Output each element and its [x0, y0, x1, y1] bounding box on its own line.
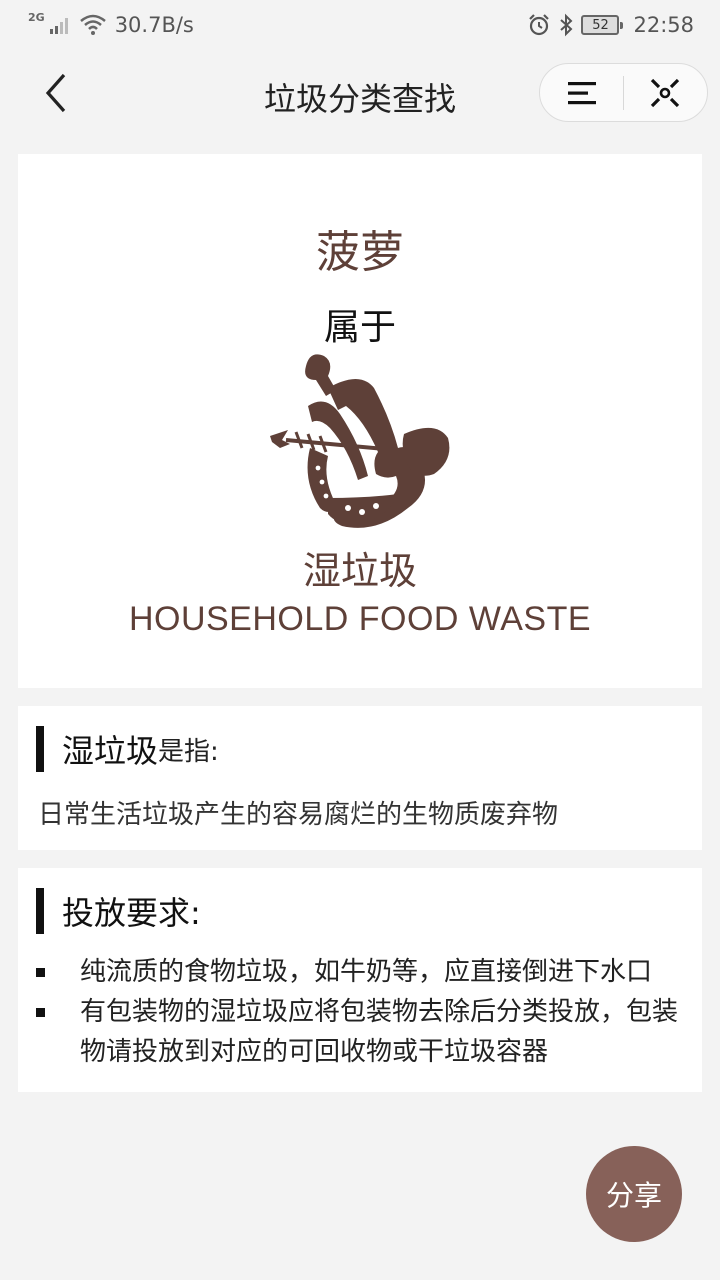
battery-icon: 52: [581, 15, 624, 35]
requirements-header: 投放要求:: [36, 888, 201, 934]
bluetooth-icon: [559, 13, 573, 37]
item-name: 菠萝: [316, 227, 404, 278]
status-bar: 2G 30.7B/s 52 22:58: [0, 0, 720, 50]
close-button[interactable]: [624, 63, 707, 122]
category-name-en: HOUSEHOLD FOOD WASTE: [128, 600, 592, 638]
definition-text: 日常生活垃圾产生的容易腐烂的生物质废弃物: [38, 800, 559, 830]
network-type: 2G: [28, 10, 45, 24]
nav-bar: 垃圾分类查找: [0, 50, 720, 136]
close-icon: [651, 78, 680, 107]
signal-icon: [49, 15, 71, 35]
menu-button[interactable]: [540, 63, 623, 122]
list-item: 纯流质的食物垃圾，如牛奶等，应直接倒进下水口: [36, 952, 696, 992]
food-waste-icon: [270, 354, 450, 528]
alarm-icon: [527, 13, 551, 37]
status-right: 52 22:58: [527, 13, 694, 37]
section-marker: [36, 726, 44, 772]
requirements-title: 投放要求:: [62, 894, 201, 932]
category-name-cn: 湿垃圾: [302, 549, 417, 593]
wifi-icon: [79, 14, 107, 36]
definition-header: 湿垃圾 是指:: [36, 726, 219, 772]
section-marker: [36, 888, 44, 934]
status-left: 2G 30.7B/s: [28, 10, 194, 38]
menu-icon: [567, 81, 596, 104]
share-button[interactable]: 分享: [586, 1146, 682, 1242]
definition-suffix: 是指:: [158, 736, 219, 767]
requirements-card: 投放要求: 纯流质的食物垃圾，如牛奶等，应直接倒进下水口 有包装物的湿垃圾应将包…: [18, 868, 702, 1092]
clock: 22:58: [633, 13, 694, 37]
belongs-to-label: 属于: [323, 307, 396, 348]
mini-program-capsule: [539, 63, 708, 122]
network-speed: 30.7B/s: [114, 13, 194, 37]
requirements-list: 纯流质的食物垃圾，如牛奶等，应直接倒进下水口 有包装物的湿垃圾应将包装物去除后分…: [36, 952, 696, 1072]
definition-card: 湿垃圾 是指: 日常生活垃圾产生的容易腐烂的生物质废弃物: [18, 706, 702, 850]
definition-title: 湿垃圾: [62, 732, 159, 770]
battery-level: 52: [592, 17, 609, 33]
list-item: 有包装物的湿垃圾应将包装物去除后分类投放，包装物请投放到对应的可回收物或干垃圾容…: [36, 992, 696, 1072]
